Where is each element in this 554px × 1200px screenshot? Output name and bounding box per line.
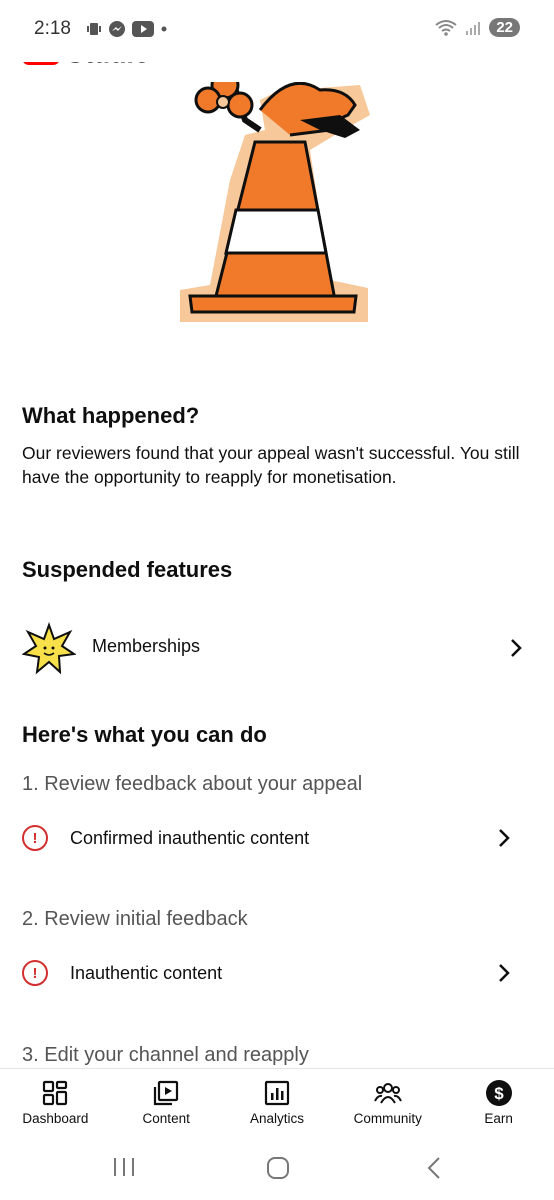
- youtube-notif-icon: [132, 21, 154, 37]
- home-icon[interactable]: [266, 1156, 290, 1180]
- notification-icons: [86, 20, 168, 38]
- signal-icon: [466, 21, 481, 35]
- status-time: 2:18: [34, 18, 71, 39]
- step-1-item-label: Confirmed inauthentic content: [70, 828, 310, 848]
- system-status-icons: 22: [435, 18, 520, 37]
- dot-icon: [161, 26, 167, 32]
- alert-icon: !: [22, 960, 48, 986]
- earn-icon: $: [485, 1080, 512, 1106]
- chevron-right-icon: [499, 964, 510, 982]
- system-navigation-bar: [0, 1134, 554, 1200]
- suspended-item-label: Memberships: [92, 636, 201, 656]
- suspended-item-memberships[interactable]: Memberships: [0, 617, 554, 677]
- back-icon[interactable]: [424, 1156, 444, 1180]
- step-1-title: 1. Review feedback about your appeal: [22, 773, 363, 795]
- nav-content[interactable]: Content: [111, 1069, 222, 1134]
- community-icon: [373, 1083, 402, 1104]
- battery-level: 22: [489, 18, 520, 37]
- nav-analytics[interactable]: Analytics: [222, 1069, 333, 1134]
- recent-apps-icon[interactable]: [112, 1156, 136, 1178]
- nav-dashboard[interactable]: Dashboard: [0, 1069, 111, 1134]
- status-bar: 2:18 22: [0, 0, 554, 62]
- step-2-title: 2. Review initial feedback: [22, 908, 248, 930]
- step-3-title: 3. Edit your channel and reapply: [22, 1044, 309, 1066]
- dashboard-icon: [43, 1080, 68, 1106]
- bottom-navigation: Dashboard Content Analytics Community $ …: [0, 1068, 554, 1134]
- what-happened-body: Our reviewers found that your appeal was…: [22, 443, 520, 487]
- step-2-item[interactable]: ! Inauthentic content: [0, 943, 554, 1003]
- nav-label: Analytics: [249, 1111, 304, 1126]
- analytics-icon: [264, 1080, 290, 1106]
- traffic-cone-illustration: [180, 69, 370, 322]
- messenger-icon: [109, 21, 125, 37]
- nav-label: Earn: [484, 1111, 513, 1126]
- what-to-do-title: Here's what you can do: [22, 722, 267, 747]
- what-happened-title: What happened?: [22, 403, 200, 428]
- star-sticker-icon: [22, 622, 76, 675]
- nav-label: Dashboard: [22, 1111, 89, 1126]
- nav-community[interactable]: Community: [332, 1069, 443, 1134]
- suspended-features-title: Suspended features: [22, 557, 233, 582]
- nav-earn[interactable]: $ Earn: [443, 1069, 554, 1134]
- alert-icon: !: [22, 825, 48, 851]
- content-icon: [154, 1080, 179, 1106]
- nav-label: Content: [142, 1111, 190, 1126]
- vibrate-icon: [87, 23, 101, 35]
- nav-label: Community: [353, 1111, 422, 1126]
- wifi-icon: [435, 19, 457, 36]
- step-1-item[interactable]: ! Confirmed inauthentic content: [0, 808, 554, 868]
- chevron-right-icon: [511, 639, 522, 657]
- svg-text:$: $: [494, 1084, 504, 1103]
- step-2-item-label: Inauthentic content: [70, 963, 223, 983]
- chevron-right-icon: [499, 829, 510, 847]
